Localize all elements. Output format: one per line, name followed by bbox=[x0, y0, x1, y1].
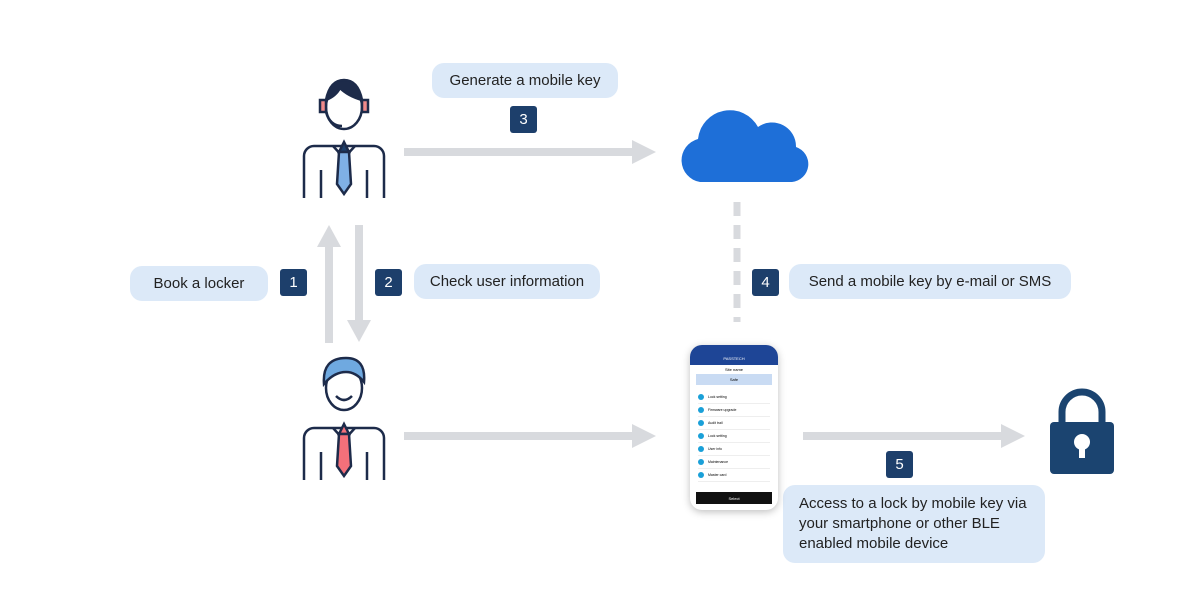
step5-badge: 5 bbox=[886, 451, 913, 478]
cloud-icon bbox=[681, 110, 809, 182]
wrench-icon bbox=[698, 459, 704, 465]
lock-setting-icon bbox=[698, 433, 704, 439]
step2-label: Check user information bbox=[429, 273, 585, 290]
arrow-down-agent-to-user bbox=[347, 225, 371, 342]
step3-label: Generate a mobile key bbox=[449, 72, 601, 89]
step2-bubble: Check user information bbox=[414, 264, 600, 299]
user-info-icon bbox=[698, 446, 704, 452]
menu-label: Maintenance bbox=[708, 460, 729, 464]
step1-badge: 1 bbox=[280, 269, 307, 296]
smartphone: PASSTECH Site name Safe Lock setting Fir… bbox=[690, 345, 778, 510]
lock-icon bbox=[1050, 388, 1114, 474]
step3-badge: 3 bbox=[510, 106, 537, 133]
phone-menu-item[interactable]: User info bbox=[698, 443, 770, 456]
phone-site-name: Site name bbox=[724, 367, 743, 372]
menu-label: Lock setting bbox=[708, 395, 727, 399]
step1-label: Book a locker bbox=[153, 275, 245, 292]
step5-label: Access to a lock by mobile key via your … bbox=[799, 495, 1027, 552]
menu-label: Master card bbox=[708, 473, 727, 477]
card-icon bbox=[698, 472, 704, 478]
arrow-user-to-phone bbox=[404, 424, 656, 448]
menu-label: Firmware upgrade bbox=[708, 408, 737, 412]
lock-setting-icon bbox=[698, 394, 704, 400]
step5-bubble: Access to a lock by mobile key via your … bbox=[783, 485, 1045, 563]
phone-select-button[interactable]: Select bbox=[696, 492, 772, 504]
agent-icon bbox=[302, 78, 386, 198]
audit-icon bbox=[698, 420, 704, 426]
step4-badge: 4 bbox=[752, 269, 779, 296]
menu-label: Audit trail bbox=[708, 421, 723, 425]
menu-label: User info bbox=[708, 447, 723, 451]
phone-menu-item[interactable]: Master card bbox=[698, 469, 770, 482]
step3-bubble: Generate a mobile key bbox=[432, 63, 618, 98]
phone-menu-item[interactable]: Lock setting bbox=[698, 391, 770, 404]
phone-menu-item[interactable]: Maintenance bbox=[698, 456, 770, 469]
user-icon bbox=[302, 356, 386, 480]
arrow-up-user-to-agent bbox=[317, 225, 341, 343]
phone-menu-item[interactable]: Audit trail bbox=[698, 417, 770, 430]
arrow-agent-to-cloud bbox=[404, 140, 656, 164]
step4-bubble: Send a mobile key by e-mail or SMS bbox=[789, 264, 1071, 299]
step1-bubble: Book a locker bbox=[130, 266, 268, 301]
firmware-icon bbox=[698, 407, 704, 413]
step4-label: Send a mobile key by e-mail or SMS bbox=[808, 273, 1052, 290]
phone-brand: PASSTECH bbox=[690, 345, 778, 365]
step2-badge: 2 bbox=[375, 269, 402, 296]
phone-section: Safe bbox=[696, 374, 772, 385]
arrow-phone-to-lock bbox=[803, 424, 1025, 448]
phone-menu-item[interactable]: Firmware upgrade bbox=[698, 404, 770, 417]
menu-label: Lock setting bbox=[708, 434, 727, 438]
phone-menu-item[interactable]: Lock setting bbox=[698, 430, 770, 443]
